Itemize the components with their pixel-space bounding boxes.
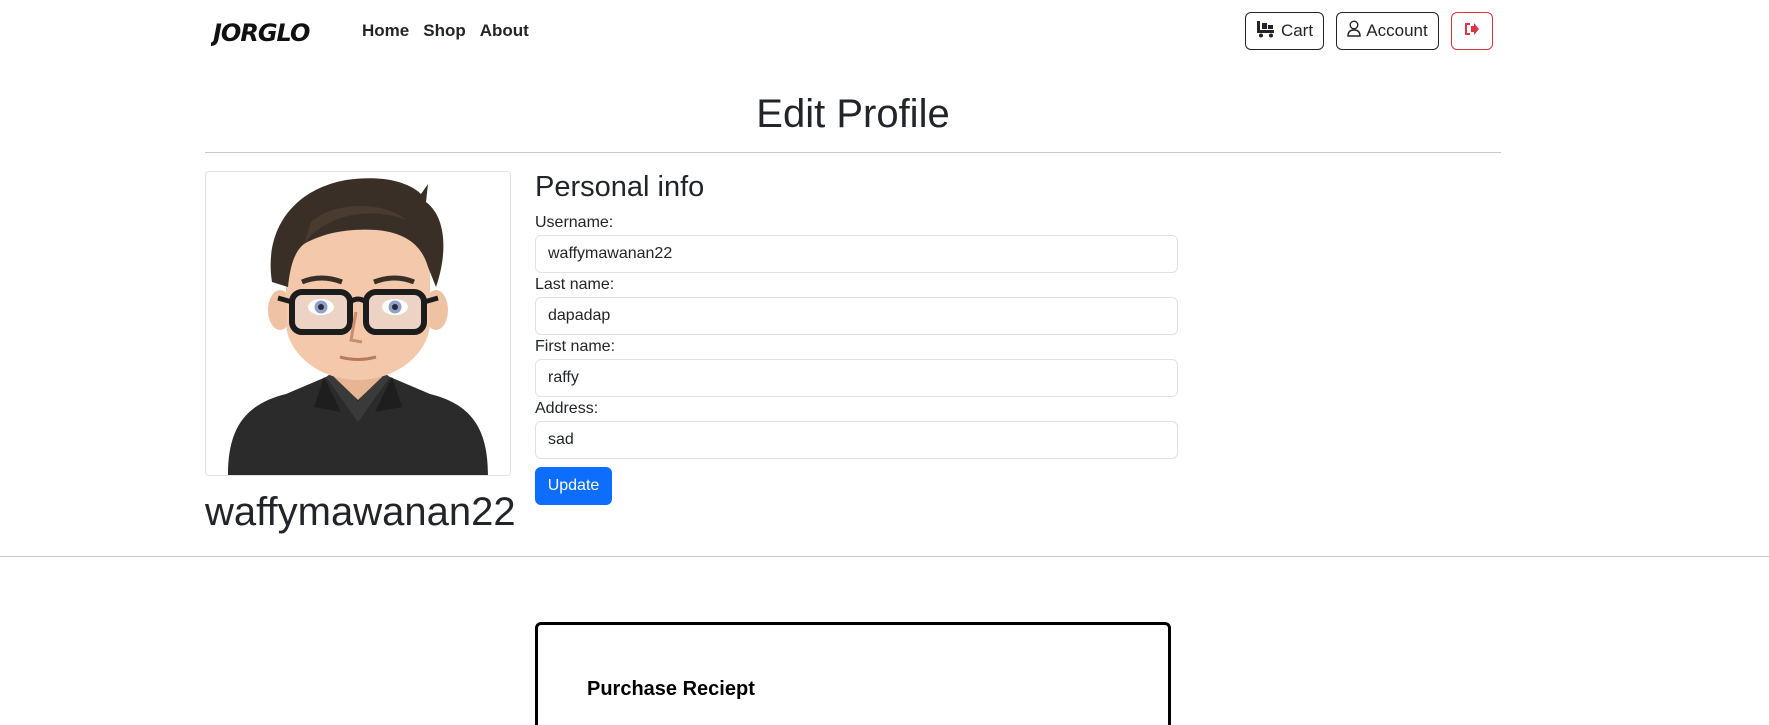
- nav-link-shop[interactable]: Shop: [423, 20, 466, 42]
- address-input[interactable]: [535, 421, 1178, 459]
- header-divider: [205, 152, 1501, 153]
- last-name-label: Last name:: [535, 276, 615, 293]
- page-title: Edit Profile: [756, 92, 950, 136]
- account-label: Account: [1366, 21, 1428, 40]
- cart-icon: [1256, 20, 1276, 43]
- username-input[interactable]: [535, 235, 1178, 273]
- brand-logo-graphic: JORGLO: [209, 19, 311, 47]
- section-divider: [0, 556, 1769, 557]
- nav-link-about[interactable]: About: [480, 20, 529, 42]
- logout-button[interactable]: [1451, 12, 1493, 50]
- receipt-title: Purchase Reciept: [587, 678, 755, 700]
- account-button[interactable]: Account: [1336, 12, 1439, 50]
- brand-logo[interactable]: JORGLO: [209, 17, 341, 47]
- cart-button[interactable]: Cart: [1245, 12, 1324, 50]
- user-avatar-icon: [228, 178, 488, 475]
- profile-avatar: [205, 171, 511, 476]
- logout-icon: [1464, 21, 1480, 41]
- nav-link-home[interactable]: Home: [362, 20, 409, 42]
- main-nav: Home Shop About: [362, 20, 543, 42]
- person-icon: [1347, 20, 1361, 42]
- username-label: Username:: [535, 214, 614, 231]
- first-name-label: First name:: [535, 338, 616, 355]
- navbar: JORGLO Home Shop About Cart Account: [0, 0, 1769, 62]
- update-button[interactable]: Update: [535, 467, 612, 505]
- profile-display-name: waffymawanan22: [205, 490, 516, 534]
- address-label: Address:: [535, 400, 599, 417]
- brand-text: JORGLO: [211, 19, 310, 47]
- purchase-receipt-card: Purchase Reciept: [535, 622, 1171, 725]
- first-name-input[interactable]: [535, 359, 1178, 397]
- cart-label: Cart: [1280, 21, 1314, 40]
- last-name-input[interactable]: [535, 297, 1178, 335]
- personal-info-heading: Personal info: [535, 171, 705, 203]
